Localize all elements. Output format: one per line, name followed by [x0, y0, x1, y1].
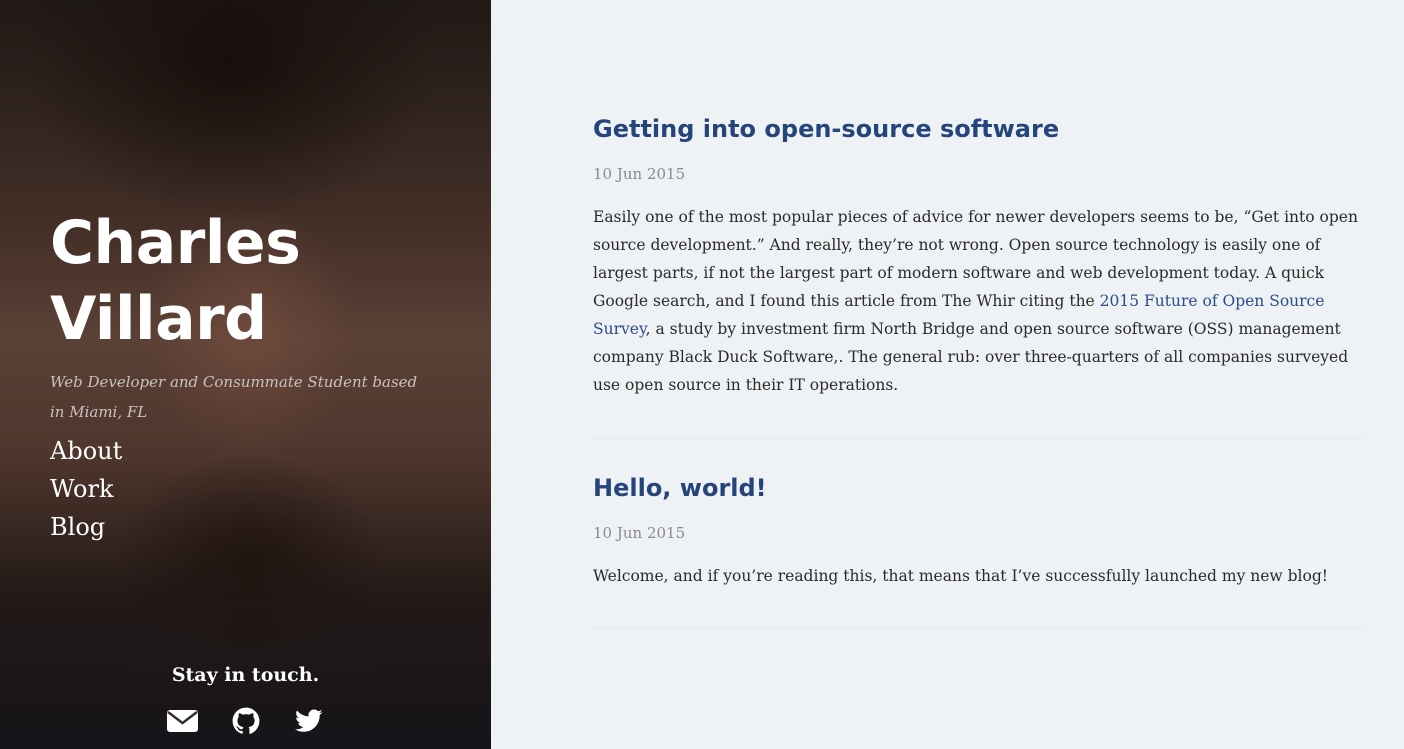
social-links [0, 704, 491, 737]
sidebar-content: Charles Villard Web Developer and Consum… [0, 0, 491, 749]
post: Getting into open-source software 10 Jun… [593, 0, 1363, 439]
site-title-first-name[interactable]: Charles [50, 208, 301, 278]
post-date: 10 Jun 2015 [593, 165, 686, 183]
sidebar: Charles Villard Web Developer and Consum… [0, 0, 491, 749]
post-title[interactable]: Hello, world! [593, 474, 1363, 502]
nav-item-work[interactable]: Work [50, 470, 122, 508]
sidebar-nav: About Work Blog [50, 432, 122, 546]
nav-item-about[interactable]: About [50, 432, 122, 470]
site-tagline: Web Developer and Consummate Student bas… [50, 373, 418, 421]
post: Hello, world! 10 Jun 2015 Welcome, and i… [593, 439, 1363, 629]
main-content: Getting into open-source software 10 Jun… [593, 0, 1363, 629]
site-title[interactable]: Charles Villard [50, 205, 450, 357]
post-date: 10 Jun 2015 [593, 524, 686, 542]
envelope-icon[interactable] [166, 704, 199, 737]
post-title[interactable]: Getting into open-source software [593, 115, 1363, 143]
github-icon[interactable] [229, 704, 262, 737]
post-body-text: , a study by investment firm North Bridg… [593, 320, 1349, 394]
post-body: Welcome, and if you’re reading this, tha… [593, 567, 1328, 585]
nav-item-blog[interactable]: Blog [50, 508, 122, 546]
stay-in-touch-heading: Stay in touch. [171, 664, 320, 686]
twitter-icon[interactable] [292, 704, 325, 737]
site-title-last-name[interactable]: Villard [50, 284, 267, 354]
post-body: Easily one of the most popular pieces of… [593, 203, 1363, 399]
